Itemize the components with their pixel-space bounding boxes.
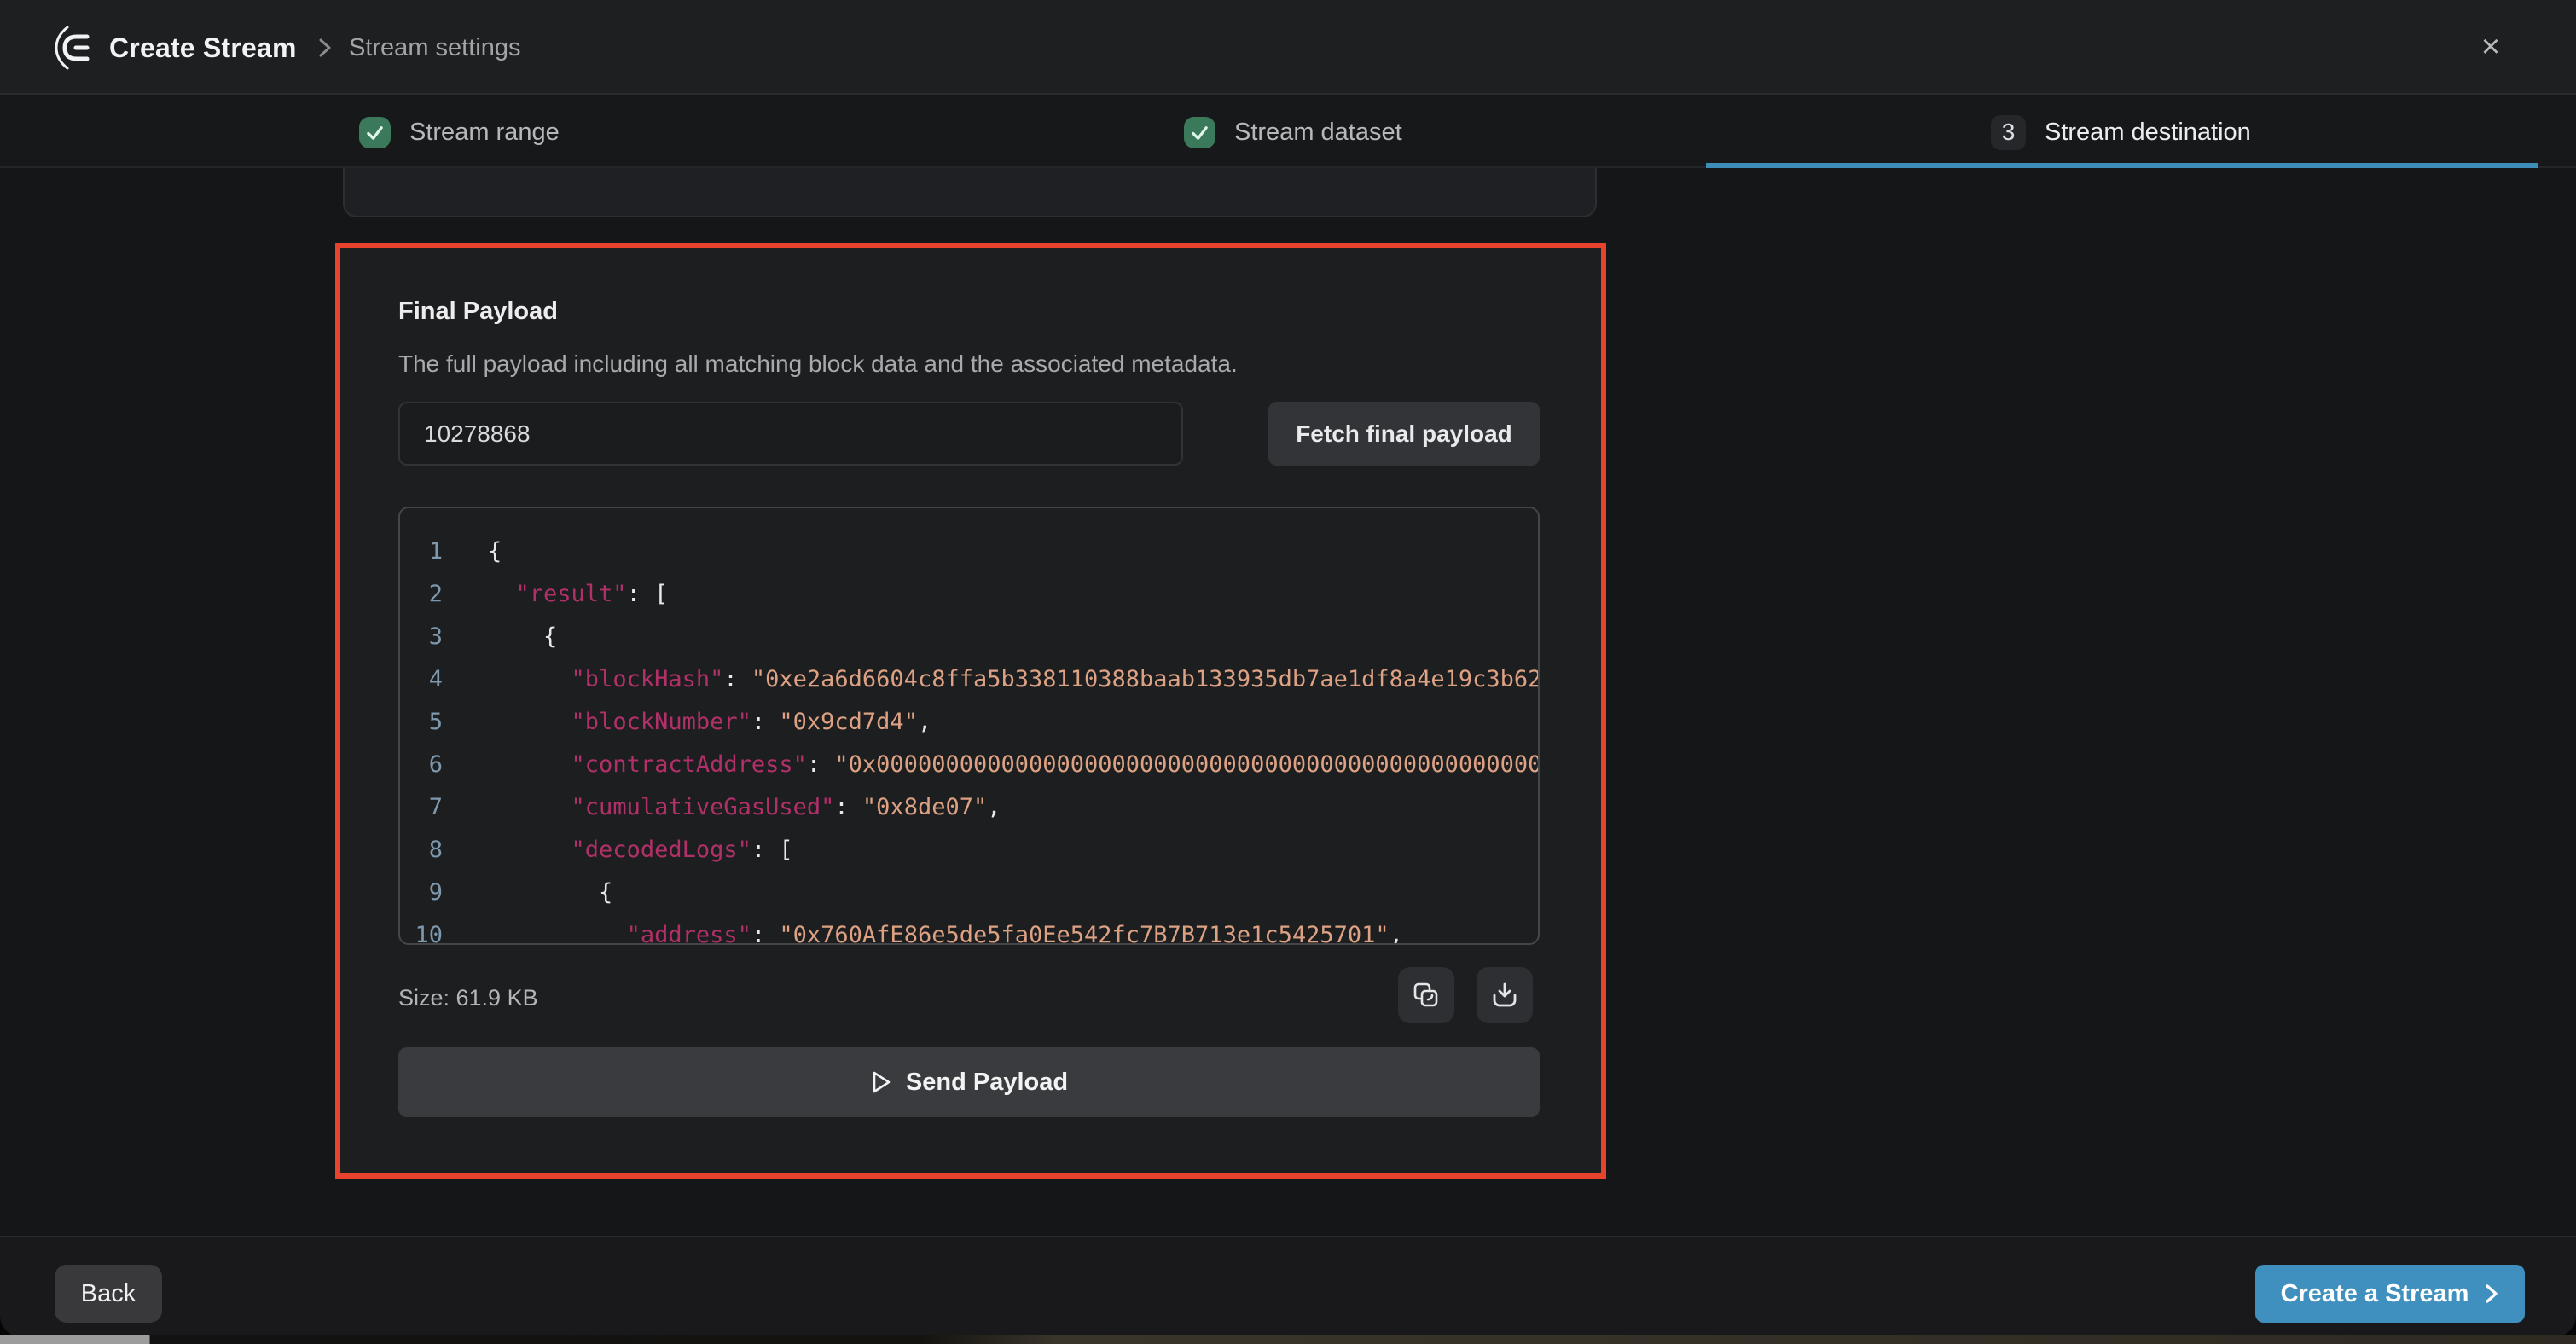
- step-label: Stream destination: [2045, 119, 2251, 147]
- line-number: 6: [414, 744, 443, 786]
- block-number-input[interactable]: [398, 402, 1183, 466]
- code-line: 2 "result": [: [400, 573, 1538, 616]
- code-line: 1{: [400, 530, 1538, 573]
- breadcrumb: Stream settings: [349, 34, 520, 62]
- arrow-right-icon: [2484, 1283, 2499, 1305]
- create-stream-label: Create a Stream: [2281, 1280, 2469, 1308]
- code-line: 7 "cumulativeGasUsed": "0x8de07",: [400, 786, 1538, 829]
- final-payload-panel: Final Payload The full payload including…: [335, 243, 1606, 1179]
- download-icon: [1489, 980, 1520, 1011]
- footer-bar: Back Create a Stream: [0, 1236, 2576, 1337]
- panel-description: The full payload including all matching …: [398, 350, 1238, 378]
- payload-size-label: Size: 61.9 KB: [398, 970, 538, 1026]
- code-line: 5 "blockNumber": "0x9cd7d4",: [400, 701, 1538, 744]
- step-label: Stream dataset: [1234, 119, 1402, 147]
- code-line: 10 "address": "0x760AfE86e5de5fa0Ee542fc…: [400, 914, 1538, 945]
- step-number-badge: 3: [1991, 115, 2026, 150]
- line-number: 1: [414, 530, 443, 573]
- play-icon: [870, 1070, 892, 1094]
- line-number: 9: [414, 872, 443, 914]
- send-payload-button[interactable]: Send Payload: [398, 1047, 1540, 1117]
- code-block[interactable]: 1{2 "result": [3 {4 "blockHash": "0xe2a6…: [398, 507, 1540, 945]
- code-line: 6 "contractAddress": "0x0000000000000000…: [400, 744, 1538, 786]
- step-stream-dataset[interactable]: Stream dataset: [1184, 96, 1402, 168]
- top-header-bar: Create Stream Stream settings ×: [0, 0, 2576, 95]
- page-title: Create Stream: [109, 32, 297, 64]
- previous-section-card-bottom: [343, 168, 1597, 217]
- step-stream-range[interactable]: Stream range: [359, 96, 560, 168]
- line-number: 4: [414, 658, 443, 701]
- line-number: 10: [414, 914, 443, 945]
- page-backdrop-edge: [0, 1335, 2576, 1344]
- line-number: 2: [414, 573, 443, 616]
- copy-button[interactable]: [1398, 967, 1454, 1023]
- check-icon: [1184, 117, 1215, 148]
- step-label: Stream range: [409, 119, 560, 147]
- panel-title: Final Payload: [398, 298, 558, 326]
- line-number: 7: [414, 786, 443, 829]
- active-step-underline: [1706, 163, 2538, 168]
- send-payload-label: Send Payload: [906, 1069, 1068, 1097]
- step-bar: Stream range Stream dataset 3 Stream des…: [0, 96, 2576, 168]
- create-stream-modal: Create Stream Stream settings × Stream r…: [0, 0, 2576, 1337]
- code-line: 4 "blockHash": "0xe2a6d6604c8ffa5b338110…: [400, 658, 1538, 701]
- create-stream-button[interactable]: Create a Stream: [2255, 1265, 2525, 1323]
- fetch-final-payload-button[interactable]: Fetch final payload: [1268, 402, 1540, 466]
- code-line: 8 "decodedLogs": [: [400, 829, 1538, 872]
- download-button[interactable]: [1477, 967, 1533, 1023]
- content-area: Final Payload The full payload including…: [0, 170, 2576, 1236]
- copy-icon: [1412, 981, 1441, 1010]
- code-line: 9 {: [400, 872, 1538, 914]
- app-logo-icon: [53, 25, 96, 71]
- code-line: 3 {: [400, 616, 1538, 658]
- line-number: 3: [414, 616, 443, 658]
- breadcrumb-chevron-icon: [316, 35, 334, 61]
- line-number: 5: [414, 701, 443, 744]
- back-button[interactable]: Back: [55, 1265, 162, 1323]
- step-stream-destination[interactable]: 3 Stream destination: [1991, 96, 2251, 168]
- line-number: 8: [414, 829, 443, 872]
- close-icon[interactable]: ×: [2468, 27, 2514, 68]
- check-icon: [359, 117, 391, 148]
